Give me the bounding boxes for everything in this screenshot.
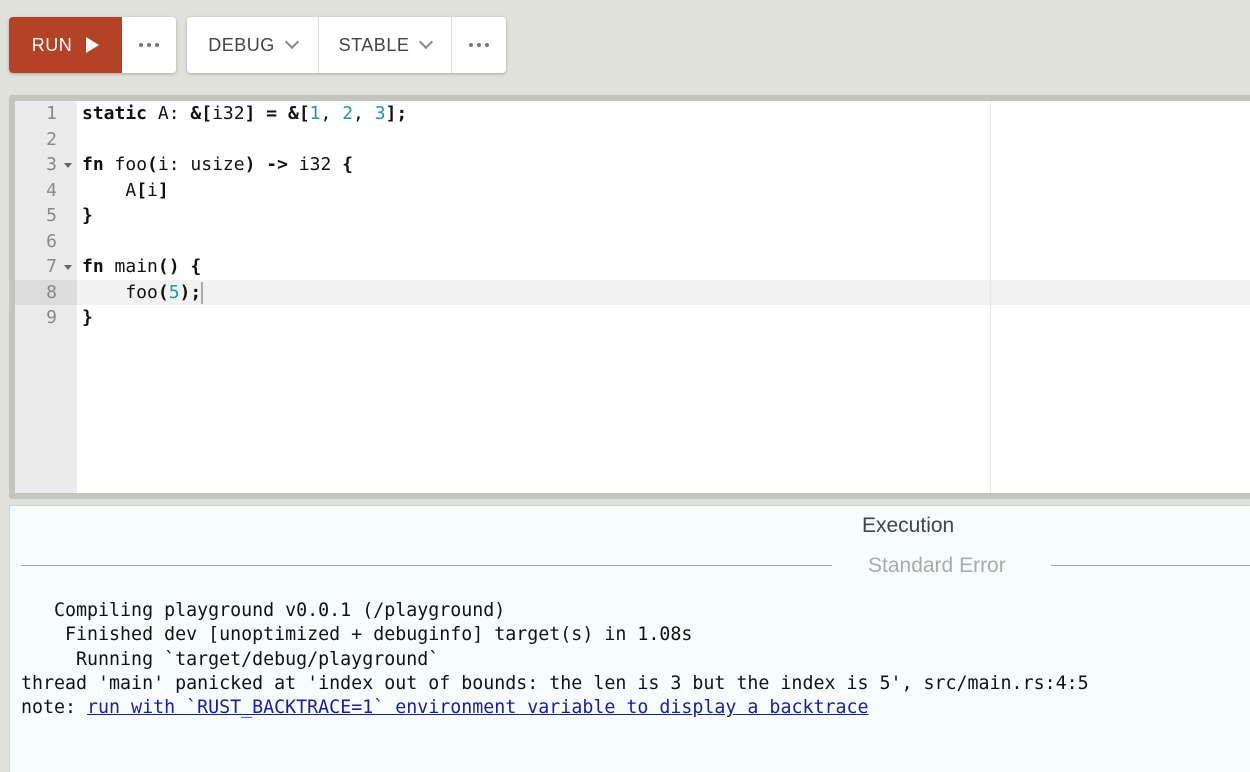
output-note-line: note: run with `RUST_BACKTRACE=1` enviro… — [21, 696, 1089, 720]
more-dots-icon — [469, 43, 489, 47]
channel-dropdown[interactable]: STABLE — [319, 17, 452, 73]
code-line[interactable]: } — [77, 203, 1250, 229]
more-dots-icon — [139, 43, 159, 47]
code-line[interactable]: fn main() { — [77, 254, 1250, 280]
line-number-active: 8 — [15, 279, 77, 305]
stderr-label: Standard Error — [868, 554, 1006, 577]
code-line[interactable]: static A: &[i32] = &[1, 2, 3]; — [77, 101, 1250, 127]
line-number: 6 — [46, 230, 57, 252]
line-number: 1 — [46, 103, 57, 124]
fold-toggle-icon[interactable] — [64, 265, 72, 270]
run-button-label: RUN — [31, 34, 73, 55]
print-margin — [990, 101, 991, 493]
code-editor[interactable]: 1 2 3 4 5 6 7 8 9 static A: &[i32] = &[1… — [15, 101, 1250, 493]
code-line[interactable] — [77, 229, 1250, 255]
code-line[interactable] — [77, 127, 1250, 153]
stderr-header: Standard Error — [21, 554, 1250, 578]
output-line: thread 'main' panicked at 'index out of … — [21, 672, 1089, 694]
code-area[interactable]: static A: &[i32] = &[1, 2, 3]; fn foo(i:… — [77, 101, 1250, 493]
note-prefix: note: — [21, 697, 88, 719]
run-button-group: RUN — [9, 17, 176, 73]
mode-label: DEBUG — [208, 34, 275, 55]
output-line: Compiling playground v0.0.1 (/playground… — [21, 600, 506, 621]
output-line: Running `target/debug/playground` — [21, 648, 440, 670]
line-number: 2 — [46, 128, 57, 150]
output-panel: Execution Standard Error Compiling playg… — [9, 505, 1250, 772]
code-line[interactable]: fn foo(i: usize) -> i32 { — [77, 152, 1250, 178]
config-more-button[interactable] — [452, 17, 506, 73]
backtrace-help-link[interactable]: run with `RUST_BACKTRACE=1` environment … — [87, 697, 868, 718]
fold-toggle-icon[interactable] — [64, 163, 72, 168]
run-button[interactable]: RUN — [9, 17, 122, 73]
chevron-down-icon — [419, 34, 434, 50]
line-number: 3 — [15, 152, 77, 178]
output-line: Finished dev [unoptimized + debuginfo] t… — [21, 624, 693, 646]
play-icon — [86, 37, 100, 53]
mode-dropdown[interactable]: DEBUG — [187, 17, 319, 73]
line-number-gutter: 1 2 3 4 5 6 7 8 9 — [15, 101, 77, 493]
line-number: 4 — [46, 179, 57, 201]
editor-frame: 1 2 3 4 5 6 7 8 9 static A: &[i32] = &[1… — [9, 95, 1250, 499]
stderr-output: Compiling playground v0.0.1 (/playground… — [21, 599, 1089, 720]
text-cursor — [201, 281, 204, 304]
chevron-down-icon — [284, 34, 299, 50]
config-button-group: DEBUG STABLE — [187, 17, 506, 73]
line-number: 7 — [15, 254, 77, 280]
divider — [1051, 565, 1250, 566]
output-title: Execution — [862, 514, 955, 537]
code-line[interactable]: } — [77, 305, 1250, 331]
run-more-button[interactable] — [122, 17, 176, 73]
line-number: 5 — [46, 205, 57, 226]
channel-label: STABLE — [338, 34, 410, 55]
line-number: 9 — [46, 307, 57, 328]
divider — [21, 565, 832, 566]
code-line-active[interactable]: foo(5); — [77, 279, 1250, 305]
code-line[interactable]: A[i] — [77, 178, 1250, 204]
